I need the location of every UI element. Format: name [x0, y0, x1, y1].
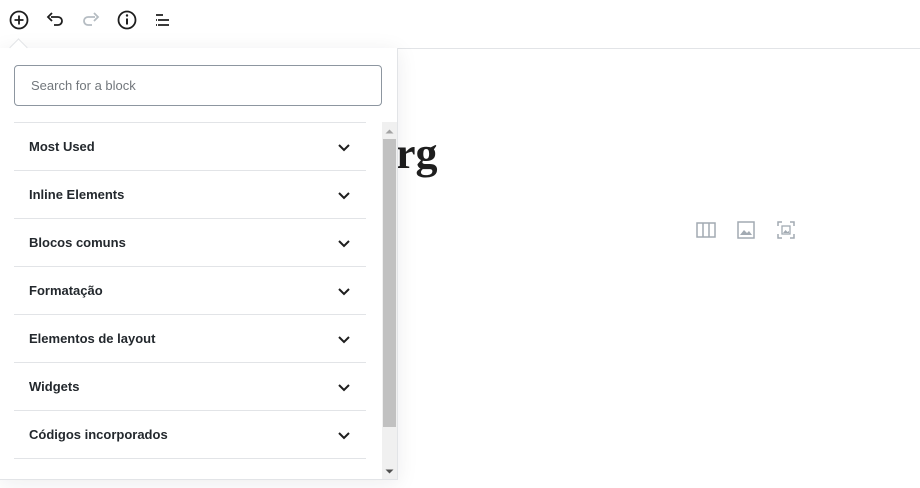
block-navigation-button[interactable] [151, 8, 175, 32]
category-label: Most Used [29, 139, 95, 154]
add-block-icon [9, 10, 29, 30]
category-common-blocks[interactable]: Blocos comuns [14, 218, 366, 266]
chevron-down-icon [338, 431, 350, 439]
chevron-down-icon [338, 239, 350, 247]
gallery-icon [777, 221, 795, 239]
scroll-up-icon [385, 129, 394, 133]
category-label: Formatação [29, 283, 103, 298]
image-block-shortcut[interactable] [734, 218, 758, 242]
info-button[interactable] [115, 8, 139, 32]
block-search [14, 65, 382, 106]
editor-toolbar [0, 0, 920, 49]
category-partially-hidden[interactable] [14, 458, 366, 479]
category-most-used[interactable]: Most Used [14, 122, 366, 170]
block-search-input[interactable] [14, 65, 382, 106]
scroll-down-icon [385, 469, 394, 473]
category-label: Inline Elements [29, 187, 125, 202]
columns-icon [696, 222, 716, 238]
add-block-button[interactable] [7, 8, 31, 32]
block-category-list: Most Used Inline Elements Blocos comuns … [14, 122, 366, 479]
category-widgets[interactable]: Widgets [14, 362, 366, 410]
chevron-down-icon [338, 287, 350, 295]
category-layout-elements[interactable]: Elementos de layout [14, 314, 366, 362]
undo-icon [46, 12, 63, 26]
chevron-down-icon [338, 335, 350, 343]
block-inserter-popover: Most Used Inline Elements Blocos comuns … [0, 48, 398, 480]
chevron-down-icon [338, 383, 350, 391]
post-title-fragment[interactable]: rg [396, 128, 438, 179]
columns-block-shortcut[interactable] [694, 218, 718, 242]
category-label: Elementos de layout [29, 331, 156, 346]
image-icon [737, 221, 755, 239]
redo-button[interactable] [79, 8, 103, 32]
category-label: Códigos incorporados [29, 427, 168, 442]
category-formatting[interactable]: Formatação [14, 266, 366, 314]
scroll-down-arrow[interactable] [382, 463, 397, 479]
category-label: Widgets [29, 379, 80, 394]
info-icon [117, 10, 137, 30]
redo-icon [83, 12, 100, 26]
category-embeds[interactable]: Códigos incorporados [14, 410, 366, 458]
outline-icon [156, 14, 169, 26]
scroll-thumb[interactable] [383, 139, 396, 427]
gallery-block-shortcut[interactable] [774, 218, 798, 242]
undo-button[interactable] [43, 8, 67, 32]
category-inline-elements[interactable]: Inline Elements [14, 170, 366, 218]
chevron-down-icon [338, 191, 350, 199]
chevron-down-icon [338, 143, 350, 151]
category-label: Blocos comuns [29, 235, 126, 250]
inserter-scrollbar[interactable] [382, 122, 397, 479]
scroll-up-arrow[interactable] [382, 122, 397, 139]
